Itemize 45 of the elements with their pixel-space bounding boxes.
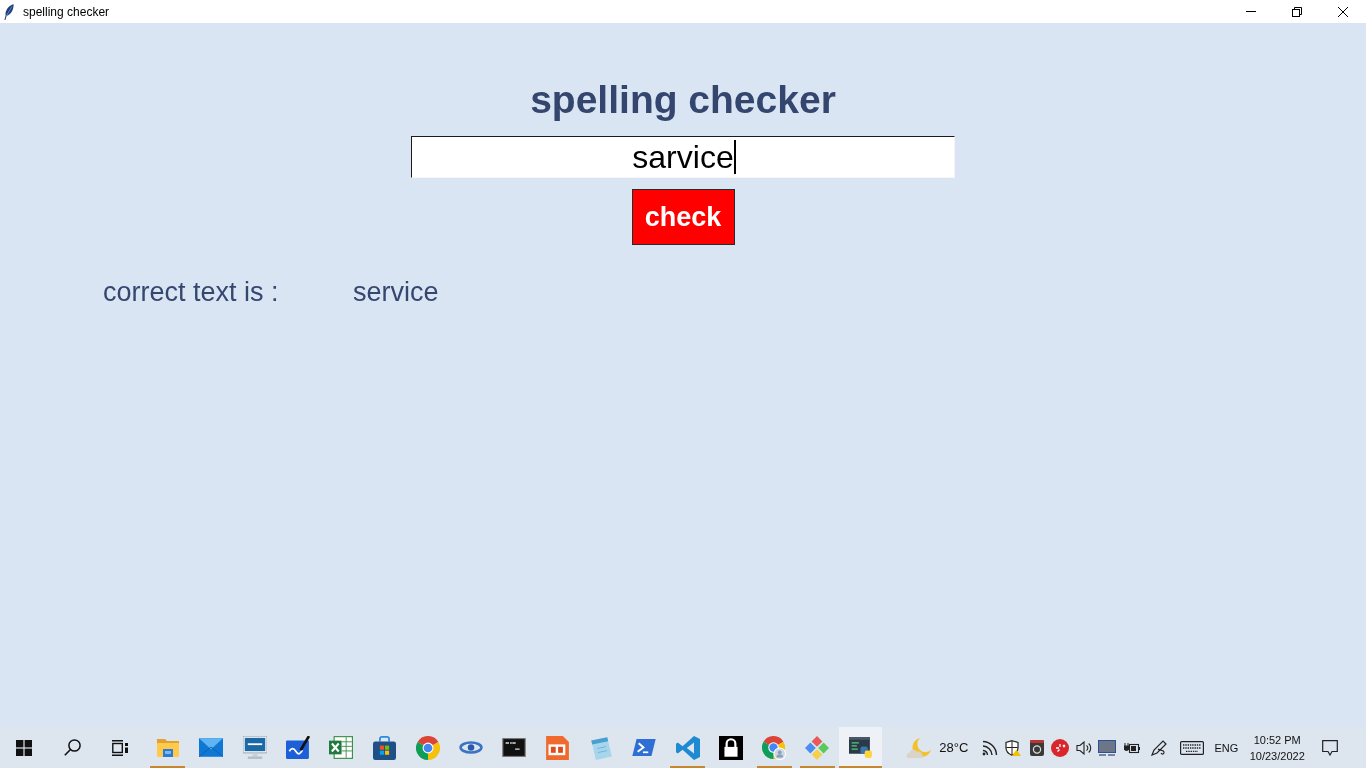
language-indicator[interactable]: ENG [1214, 740, 1239, 755]
browser-icon [415, 735, 440, 760]
notepad-icon [589, 735, 612, 760]
feather-icon [4, 3, 14, 20]
search-icon[interactable] [63, 739, 81, 756]
close-icon [1338, 6, 1348, 17]
weather-temperature[interactable]: 28°C [939, 739, 969, 756]
app-heading: spelling checker [530, 77, 836, 122]
volume-icon[interactable] [1076, 740, 1093, 755]
code-window-icon [848, 736, 873, 759]
diamond-tiles-icon [805, 735, 830, 760]
window-title: spelling checker [23, 4, 110, 19]
prompt-icon [632, 739, 657, 756]
browser-profile-icon [762, 735, 787, 760]
alert-badge-icon[interactable] [1051, 738, 1070, 757]
monitor-icon [242, 736, 267, 759]
spreadsheet-icon [329, 736, 354, 759]
battery-plug-icon[interactable] [1124, 741, 1141, 754]
folder-icon [155, 738, 180, 757]
wifi-icon[interactable] [982, 739, 999, 756]
minimize-icon [1246, 11, 1256, 12]
result-value: service [353, 277, 439, 308]
terminal-icon [502, 738, 527, 757]
code-editor-icon [675, 735, 700, 760]
word-input[interactable]: sarvice [411, 136, 955, 178]
shopping-bag-icon [372, 735, 396, 760]
windows-icon[interactable] [16, 739, 32, 756]
task-view-icon[interactable] [112, 739, 128, 756]
clock-date[interactable]: 10/23/2022 [1249, 747, 1305, 764]
shield-warning-icon[interactable] [1005, 739, 1022, 756]
document-icon [546, 735, 570, 760]
envelope-icon [199, 738, 224, 757]
result-label: correct text is : [103, 277, 279, 308]
monitor-icon[interactable] [1098, 739, 1117, 756]
notification-icon[interactable] [1322, 739, 1339, 756]
restore-icon [1292, 6, 1302, 17]
whiteboard-icon [285, 736, 310, 759]
check-button[interactable]: check [631, 189, 735, 245]
keyboard-icon[interactable] [1180, 740, 1205, 755]
camera-icon[interactable] [1030, 739, 1045, 756]
clock-time[interactable]: 10:52 PM [1253, 731, 1301, 748]
eye-icon [459, 741, 483, 754]
taskbar-button[interactable] [839, 727, 883, 768]
padlock-icon [718, 735, 743, 760]
pen-icon[interactable] [1151, 739, 1168, 756]
